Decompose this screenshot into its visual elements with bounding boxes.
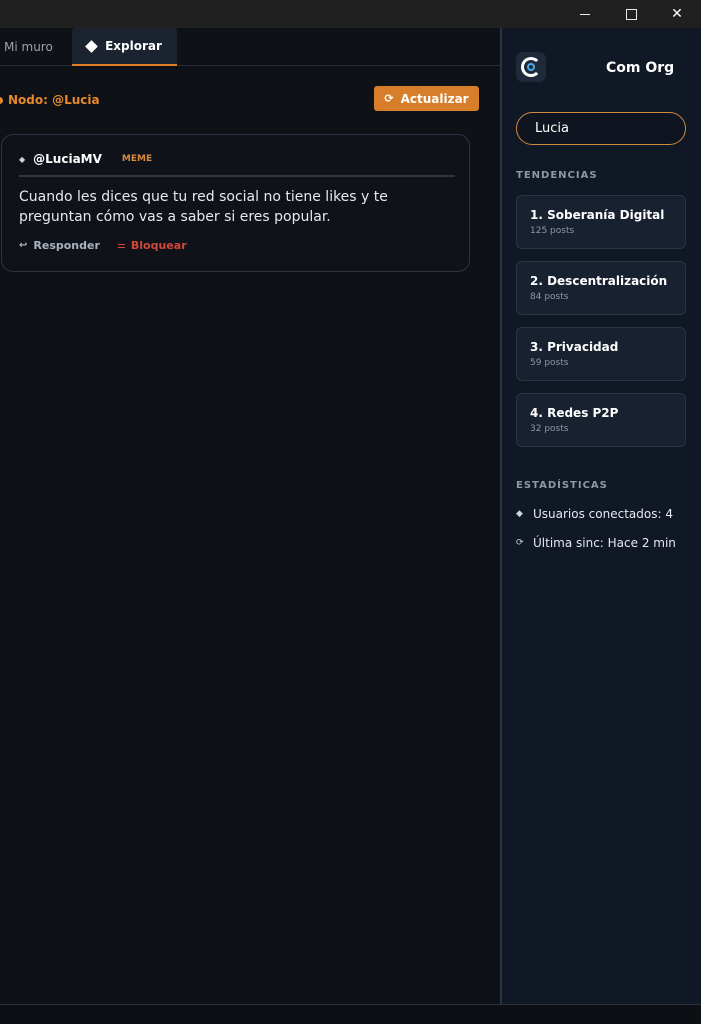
trend-item[interactable]: 4. Redes P2P 32 posts: [516, 393, 686, 447]
trend-item[interactable]: 2. Descentralización 84 posts: [516, 261, 686, 315]
reply-icon: ↩: [19, 240, 28, 251]
refresh-button[interactable]: ⟳ Actualizar: [374, 86, 479, 111]
app-name: Com Org: [606, 60, 675, 76]
app-logo: [516, 52, 546, 82]
trend-title: 4. Redes P2P: [530, 406, 619, 420]
trend-count: 32 posts: [530, 424, 569, 434]
block-icon: [117, 243, 125, 248]
sync-icon: ⟳: [516, 538, 524, 548]
close-icon: ✕: [671, 6, 683, 22]
stat-text: Usuarios conectados: 4: [533, 507, 673, 521]
refresh-icon: ⟳: [384, 92, 394, 105]
trend-count: 59 posts: [530, 358, 569, 368]
post-header: ◆ @LuciaMV MEME: [19, 152, 152, 166]
reply-button[interactable]: ↩ Responder: [19, 239, 100, 252]
stats-section-title: ESTADÍSTICAS: [516, 480, 608, 491]
trend-count: 125 posts: [530, 226, 575, 236]
tab-label: Explorar: [105, 39, 162, 53]
post-card: ◆ @LuciaMV MEME Cuando les dices que tu …: [1, 134, 470, 272]
node-dot-icon: [0, 96, 3, 104]
tab-label: Mi muro: [4, 40, 53, 54]
main-panel: Mi muro Explorar Nodo: @Lucia ⟳ Actualiz…: [0, 28, 500, 1004]
trends-section-title: TENDENCIAS: [516, 170, 598, 181]
tab-explorar[interactable]: Explorar: [72, 28, 177, 66]
block-label: Bloquear: [130, 239, 187, 252]
trend-item[interactable]: 1. Soberanía Digital 125 posts: [516, 195, 686, 249]
users-icon: ◆: [516, 509, 523, 519]
maximize-button[interactable]: [608, 0, 654, 28]
tab-bar: Mi muro Explorar: [0, 28, 500, 66]
reply-label: Responder: [33, 239, 100, 252]
diamond-icon: [85, 39, 98, 53]
refresh-label: Actualizar: [400, 91, 469, 106]
trend-title: 1. Soberanía Digital: [530, 208, 665, 222]
post-body: Cuando les dices que tu red social no ti…: [19, 189, 388, 225]
minimize-button[interactable]: [562, 0, 608, 28]
maximize-icon: [625, 8, 637, 20]
trend-title: 3. Privacidad: [530, 340, 619, 354]
node-label-text: Nodo: @Lucia: [8, 93, 100, 107]
post-author-handle[interactable]: @LuciaMV: [33, 152, 102, 166]
block-button[interactable]: Bloquear: [117, 239, 187, 252]
post-divider: [19, 175, 455, 177]
sidebar: Com Org TENDENCIAS 1. Soberanía Digital …: [500, 28, 701, 1004]
trend-count: 84 posts: [530, 292, 569, 302]
window-titlebar: ✕: [0, 0, 701, 28]
stat-text: Última sinc: Hace 2 min: [533, 536, 676, 550]
user-icon: ◆: [19, 154, 26, 164]
close-button[interactable]: ✕: [654, 0, 700, 28]
stat-connected-users: ◆ Usuarios conectados: 4: [516, 507, 673, 521]
post-actions: ↩ Responder Bloquear: [19, 239, 187, 252]
logo-ring-icon: [521, 57, 541, 77]
minimize-icon: [580, 13, 590, 15]
trend-item[interactable]: 3. Privacidad 59 posts: [516, 327, 686, 381]
search-input[interactable]: [516, 112, 686, 145]
status-bar: [0, 1004, 701, 1024]
node-indicator: Nodo: @Lucia: [0, 93, 100, 107]
stat-last-sync: ⟳ Última sinc: Hace 2 min: [516, 536, 676, 550]
trend-title: 2. Descentralización: [530, 274, 668, 288]
tab-mi-muro[interactable]: Mi muro: [4, 28, 53, 66]
post-tag-badge: MEME: [121, 154, 153, 164]
